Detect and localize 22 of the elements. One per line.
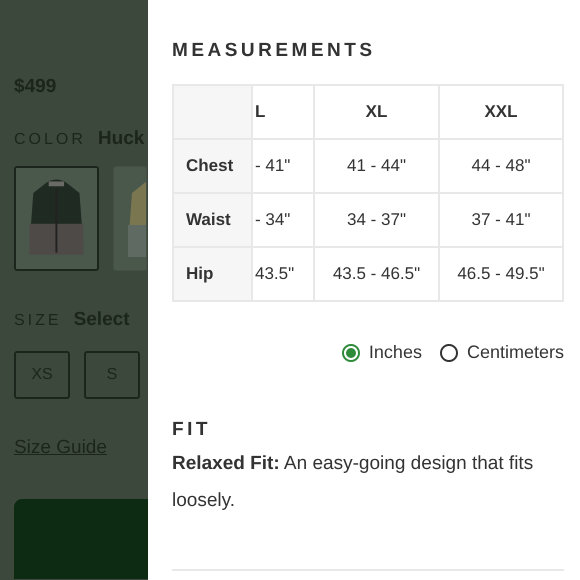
radio-button[interactable] <box>440 344 458 362</box>
column-header: XXL <box>440 86 562 138</box>
row-header: Hip <box>174 248 251 300</box>
table-cell: 37 - 41" <box>440 194 562 246</box>
measurements-title: MEASUREMENTS <box>172 40 377 62</box>
fit-description: Relaxed Fit: An easy-going design that fits loosely. <box>172 452 534 513</box>
unit-option[interactable]: Inches <box>342 342 422 363</box>
table-cell: 46.5 - 49.5" <box>440 248 562 300</box>
table-cell: 44 - 48" <box>440 140 562 192</box>
unit-option[interactable]: Centimeters <box>440 342 564 363</box>
fit-title: FIT <box>172 419 212 441</box>
table-cell: 43.5 - 46.5" <box>315 248 438 300</box>
column-header: L <box>253 86 313 138</box>
table-cell: 34 - 37" <box>315 194 438 246</box>
table-cell: 41 - 44" <box>315 140 438 192</box>
row-header: Chest <box>174 140 251 192</box>
row-header: Waist <box>174 194 251 246</box>
table-cell: - 34" <box>253 194 313 246</box>
table-cell: 43.5" <box>253 248 313 300</box>
column-header: XL <box>315 86 438 138</box>
radio-button[interactable] <box>342 344 360 362</box>
table-cell: - 41" <box>253 140 313 192</box>
